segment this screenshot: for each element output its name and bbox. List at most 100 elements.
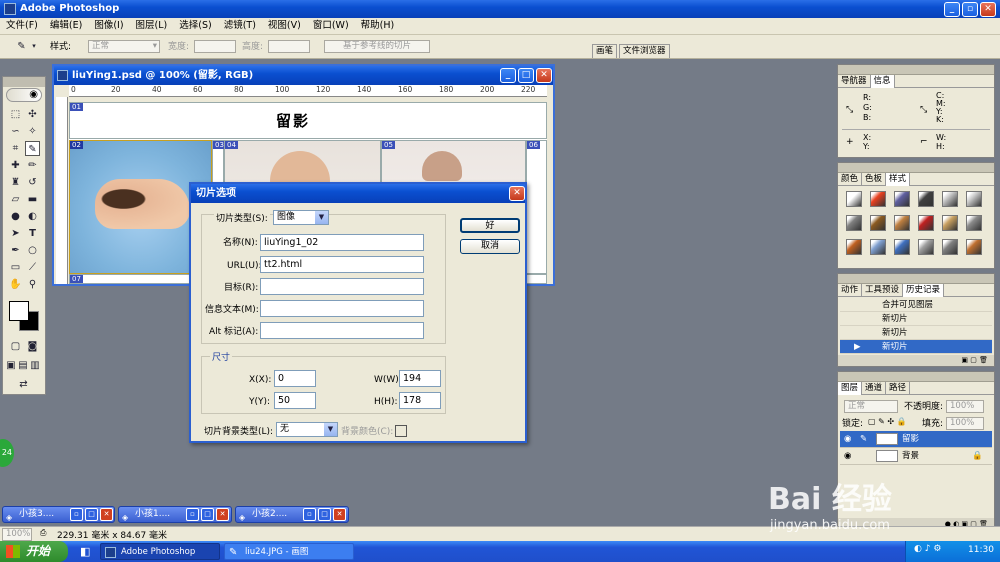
menu-edit[interactable]: 编辑(E) — [44, 18, 88, 34]
target-input[interactable] — [260, 278, 424, 295]
eraser-tool-icon[interactable]: ▱ — [8, 192, 23, 207]
h-input[interactable]: 178 — [399, 392, 441, 409]
menu-view[interactable]: 视图(V) — [262, 18, 307, 34]
tab-styles[interactable]: 样式 — [886, 173, 911, 186]
taskbar-item-paint[interactable]: ✎ liu24.JPG - 画图 — [224, 543, 354, 560]
menu-file[interactable]: 文件(F) — [0, 18, 44, 34]
restore-button[interactable]: ▫ — [186, 508, 199, 521]
menu-layer[interactable]: 图层(L) — [130, 18, 174, 34]
ok-button[interactable]: 好 — [460, 218, 520, 233]
width-field[interactable] — [194, 40, 236, 53]
style-swatch[interactable] — [918, 215, 934, 231]
tab-file-browser[interactable]: 文件浏览器 — [619, 44, 670, 58]
y-input[interactable]: 50 — [274, 392, 316, 409]
style-swatch[interactable] — [870, 215, 886, 231]
cancel-button[interactable]: 取消 — [460, 239, 520, 254]
slice-type-select[interactable]: 图像 ▼ — [273, 210, 329, 225]
eye-icon[interactable]: ◉ — [844, 448, 851, 465]
history-item-current[interactable]: ▶ 新切片 — [840, 340, 992, 354]
slices-from-guides-button[interactable]: 基于参考线的切片 — [324, 40, 430, 53]
menu-filter[interactable]: 滤镜(T) — [218, 18, 262, 34]
restore-button[interactable]: ▫ — [70, 508, 83, 521]
tab-navigator[interactable]: 导航器 — [838, 75, 871, 88]
restore-button[interactable]: ▫ — [303, 508, 316, 521]
doc-maximize-button[interactable]: □ — [518, 68, 534, 83]
document-title-bar[interactable]: liuYing1.psd @ 100% (留影, RGB) _ □ ✕ — [54, 66, 553, 85]
marquee-tool-icon[interactable]: ⬚ — [8, 107, 23, 122]
eye-icon[interactable]: ◉ — [844, 431, 851, 448]
menu-select[interactable]: 选择(S) — [173, 18, 217, 34]
message-text-input[interactable] — [260, 300, 424, 317]
tray-icons[interactable]: ◐ ♪ ⚙ — [914, 544, 941, 554]
path-select-icon[interactable]: ➤ — [8, 226, 23, 241]
minimize-button[interactable]: _ — [944, 2, 960, 17]
style-swatch[interactable] — [966, 215, 982, 231]
history-brush-icon[interactable]: ↺ — [25, 175, 40, 190]
menu-image[interactable]: 图像(I) — [88, 18, 129, 34]
magic-wand-icon[interactable]: ✧ — [25, 124, 40, 139]
opacity-field[interactable]: 100% — [946, 400, 984, 413]
standard-mode-icon[interactable]: ▢ — [8, 339, 23, 354]
history-item[interactable]: 新切片 — [840, 312, 992, 326]
style-swatch[interactable] — [966, 191, 982, 207]
style-swatch[interactable] — [894, 215, 910, 231]
restore-button[interactable]: ▫ — [962, 2, 978, 17]
height-field[interactable] — [268, 40, 310, 53]
lasso-tool-icon[interactable]: ∽ — [8, 124, 23, 139]
minimized-window[interactable]: ◈ 小孩1.... ▫ □ ✕ — [118, 506, 232, 523]
doc-minimize-button[interactable]: _ — [500, 68, 516, 83]
minimized-window[interactable]: ◈ 小孩3.... ▫ □ ✕ — [2, 506, 115, 523]
taskbar-item-photoshop[interactable]: Adobe Photoshop — [100, 543, 220, 560]
style-swatch[interactable] — [918, 191, 934, 207]
slice-tool-icon[interactable]: ✎ — [14, 39, 29, 54]
type-tool-icon[interactable]: T — [25, 226, 40, 241]
style-swatch[interactable] — [846, 239, 862, 255]
tab-tool-presets[interactable]: 工具预设 — [862, 284, 904, 297]
style-swatch[interactable] — [942, 239, 958, 255]
adobe-online-icon[interactable]: ◉ — [6, 88, 42, 102]
slice-01[interactable]: 01 留影 — [69, 102, 547, 139]
minimized-window[interactable]: ◈ 小孩2.... ▫ □ ✕ — [235, 506, 349, 523]
hand-tool-icon[interactable]: ✋ — [8, 277, 23, 292]
maximize-button[interactable]: □ — [318, 508, 331, 521]
zoom-field[interactable]: 100% — [2, 528, 32, 541]
close-button[interactable]: ✕ — [216, 508, 229, 521]
style-swatch[interactable] — [894, 239, 910, 255]
tab-swatches[interactable]: 色板 — [862, 173, 887, 186]
style-select[interactable]: 正常 ▾ — [88, 40, 160, 53]
lock-icons[interactable]: ▢ ✎ ✣ 🔒 — [868, 417, 907, 426]
bg-type-select[interactable]: 无 ▼ — [276, 422, 338, 437]
w-input[interactable]: 194 — [399, 370, 441, 387]
healing-brush-icon[interactable]: ✚ — [8, 158, 23, 173]
screen-mode-2-icon[interactable]: ▤ — [17, 358, 29, 373]
name-input[interactable]: liuYing1_02 — [260, 234, 424, 251]
x-input[interactable]: 0 — [274, 370, 316, 387]
history-item[interactable]: 新切片 — [840, 326, 992, 340]
screen-mode-3-icon[interactable]: ▥ — [29, 358, 41, 373]
tab-paths[interactable]: 路径 — [886, 382, 911, 395]
style-swatch[interactable] — [846, 191, 862, 207]
menu-help[interactable]: 帮助(H) — [355, 18, 401, 34]
doc-close-button[interactable]: ✕ — [536, 68, 552, 83]
tool-preset-arrow-icon[interactable]: ▾ — [30, 39, 38, 54]
tab-channels[interactable]: 通道 — [862, 382, 887, 395]
style-swatch[interactable] — [846, 215, 862, 231]
tab-actions[interactable]: 动作 — [838, 284, 863, 297]
style-swatch[interactable] — [870, 239, 886, 255]
style-swatch[interactable] — [870, 191, 886, 207]
screen-mode-1-icon[interactable]: ▣ — [5, 358, 17, 373]
style-swatch[interactable] — [942, 191, 958, 207]
blur-tool-icon[interactable]: ● — [8, 209, 23, 224]
layer-row[interactable]: ◉ 背景 🔒 — [840, 448, 992, 465]
crop-tool-icon[interactable]: ⌗ — [8, 141, 23, 156]
move-tool-icon[interactable]: ✣ — [25, 107, 40, 122]
shape-tool-icon[interactable]: ○ — [25, 243, 40, 258]
maximize-button[interactable]: □ — [85, 508, 98, 521]
style-swatch[interactable] — [894, 191, 910, 207]
bg-color-swatch[interactable] — [395, 425, 407, 437]
dodge-tool-icon[interactable]: ◐ — [25, 209, 40, 224]
eyedropper-icon[interactable]: ⟋ — [25, 260, 40, 275]
tab-history[interactable]: 历史记录 — [903, 284, 945, 297]
tab-layers[interactable]: 图层 — [838, 382, 863, 395]
start-button[interactable]: 开始 — [0, 541, 68, 562]
